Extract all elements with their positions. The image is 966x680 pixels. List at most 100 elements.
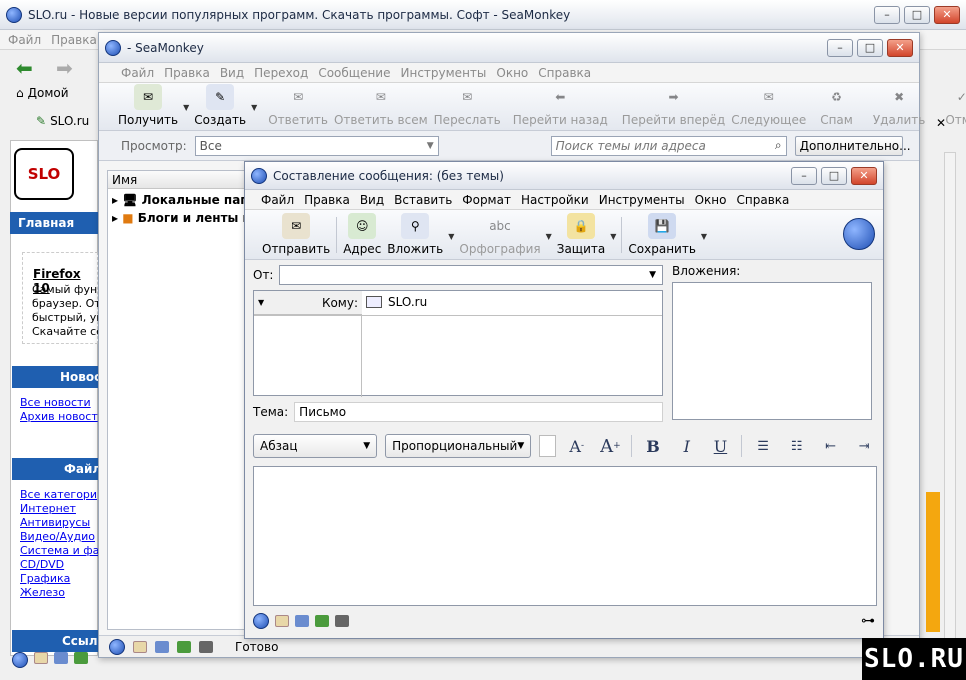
reply-button[interactable]: ✉ Ответить — [265, 82, 331, 130]
addressbook-icon[interactable] — [177, 640, 191, 653]
browser-tab[interactable]: ✎ SLO.ru — [36, 114, 89, 128]
browser-scrollbar[interactable] — [944, 152, 956, 642]
home-button[interactable]: ⌂ Домой — [16, 86, 69, 100]
to-recipient[interactable]: SLO.ru — [366, 295, 427, 309]
irc-icon[interactable] — [199, 640, 213, 653]
advanced-button[interactable]: Дополнительно... — [794, 135, 911, 156]
navigator-icon[interactable] — [12, 652, 28, 668]
minimize-button[interactable]: – — [874, 5, 900, 24]
folder-column-header[interactable]: Имя — [108, 171, 246, 189]
bold-icon[interactable]: B — [640, 434, 666, 458]
go-forward-button[interactable]: ➡ Перейти вперёд — [619, 82, 728, 130]
ad-banner[interactable] — [926, 492, 940, 632]
menu-view[interactable]: Вид — [360, 193, 384, 207]
files-link[interactable]: Система и фа — [20, 544, 99, 557]
underline-icon[interactable]: U — [708, 434, 734, 458]
mail-icon[interactable] — [34, 652, 48, 664]
menu-view[interactable]: Вид — [220, 66, 244, 80]
files-link[interactable]: Графика — [20, 572, 70, 585]
smaller-font-icon[interactable]: A- — [564, 434, 590, 458]
menu-window[interactable]: Окно — [496, 66, 528, 80]
spelling-button[interactable]: abc Орфография — [456, 211, 543, 259]
files-link[interactable]: Антивирусы — [20, 516, 90, 529]
forward-button[interactable]: ✉ Переслать — [431, 82, 504, 130]
irc-icon[interactable] — [335, 615, 349, 627]
menu-help[interactable]: Справка — [538, 66, 591, 80]
slo-logo[interactable]: SLO — [14, 148, 74, 200]
files-link[interactable]: Железо — [20, 586, 65, 599]
italic-icon[interactable]: I — [674, 434, 700, 458]
menu-insert[interactable]: Вставить — [394, 193, 452, 207]
close-button[interactable]: ✕ — [934, 5, 960, 24]
close-button[interactable]: ✕ — [887, 38, 913, 57]
files-link[interactable]: Интернет — [20, 502, 76, 515]
menu-message[interactable]: Сообщение — [318, 66, 390, 80]
addressbook-icon[interactable] — [315, 615, 329, 627]
mail-icon[interactable] — [275, 615, 289, 627]
recipient-type-select[interactable]: ▼ Кому: — [254, 291, 362, 315]
seamonkey-throbber-icon[interactable] — [843, 218, 875, 250]
send-button[interactable]: ✉ Отправить — [259, 211, 333, 259]
menu-format[interactable]: Формат — [462, 193, 511, 207]
dropdown-arrow-icon[interactable]: ▼ — [610, 232, 616, 241]
attach-button[interactable]: ⚲ Вложить — [384, 211, 446, 259]
files-link[interactable]: Все категори — [20, 488, 97, 501]
maximize-button[interactable]: □ — [904, 5, 930, 24]
forward-arrow-icon[interactable]: ➡ — [56, 56, 73, 80]
navigator-icon[interactable] — [253, 613, 269, 629]
search-input[interactable]: Поиск темы или адреса ⌕ — [550, 135, 787, 156]
menu-file[interactable]: Файл — [261, 193, 294, 207]
menu-edit[interactable]: Правка — [164, 66, 210, 80]
junk-button[interactable]: ♻ Спам — [817, 82, 856, 130]
menu-go[interactable]: Переход — [254, 66, 308, 80]
paragraph-select[interactable]: Абзац ▼ — [253, 434, 378, 458]
navigator-icon[interactable] — [109, 638, 125, 655]
from-select[interactable]: ▼ — [279, 265, 663, 285]
dropdown-arrow-icon[interactable]: ▼ — [546, 232, 552, 241]
files-link[interactable]: CD/DVD — [20, 558, 64, 571]
maximize-button[interactable]: □ — [821, 166, 847, 185]
menu-file[interactable]: Файл — [121, 66, 154, 80]
composer-icon[interactable] — [295, 615, 309, 627]
text-color-swatch[interactable] — [539, 435, 556, 457]
address-button[interactable]: ☺ Адрес — [340, 211, 384, 259]
attachments-list[interactable] — [672, 282, 872, 420]
menu-file[interactable]: Файл — [8, 33, 41, 47]
view-select[interactable]: Все ▼ — [194, 135, 439, 156]
dropdown-arrow-icon[interactable]: ▼ — [251, 103, 257, 112]
news-link[interactable]: Архив новост — [20, 410, 98, 423]
files-link[interactable]: Видео/Аудио — [20, 530, 95, 543]
go-back-button[interactable]: ⬅ Перейти назад — [510, 82, 611, 130]
menu-window[interactable]: Окно — [695, 193, 727, 207]
online-status-icon[interactable]: ⊶ — [861, 613, 875, 629]
dropdown-arrow-icon[interactable]: ▼ — [183, 103, 189, 112]
folder-feeds[interactable]: ▸ ■ Блоги и ленты нов — [108, 207, 267, 225]
menu-edit[interactable]: Правка — [304, 193, 350, 207]
larger-font-icon[interactable]: A + — [598, 434, 624, 458]
security-button[interactable]: 🔒 Защита — [554, 211, 609, 259]
news-link[interactable]: Все новости — [20, 396, 91, 409]
mail-icon[interactable] — [133, 640, 147, 653]
dropdown-arrow-icon[interactable]: ▼ — [448, 232, 454, 241]
composer-icon[interactable] — [54, 652, 68, 664]
dropdown-arrow-icon[interactable]: ▼ — [701, 232, 707, 241]
nav-main[interactable]: Главная — [18, 216, 74, 230]
minimize-button[interactable]: – — [791, 166, 817, 185]
menu-help[interactable]: Справка — [737, 193, 790, 207]
delete-button[interactable]: ✖ Удалить — [870, 82, 929, 130]
numbered-list-icon[interactable]: ☷ — [784, 434, 810, 458]
subject-input[interactable]: Письмо — [294, 402, 663, 422]
outdent-icon[interactable]: ⇤ — [818, 434, 844, 458]
menu-edit[interactable]: Правка — [51, 33, 97, 47]
menu-tools[interactable]: Инструменты — [401, 66, 487, 80]
message-body-editor[interactable] — [253, 466, 877, 606]
bulleted-list-icon[interactable]: ☰ — [750, 434, 776, 458]
maximize-button[interactable]: □ — [857, 38, 883, 57]
indent-icon[interactable]: ⇥ — [851, 434, 877, 458]
folder-local[interactable]: ▸ 🖥 Локальные папки — [108, 189, 265, 207]
recipients-list[interactable]: ▼ Кому: SLO.ru — [253, 290, 663, 397]
back-arrow-icon[interactable]: ⬅ — [16, 56, 33, 80]
next-button[interactable]: ✉ Следующее — [728, 82, 809, 130]
get-mail-button[interactable]: ✉ Получить — [115, 82, 181, 130]
close-button[interactable]: ✕ — [851, 166, 877, 185]
